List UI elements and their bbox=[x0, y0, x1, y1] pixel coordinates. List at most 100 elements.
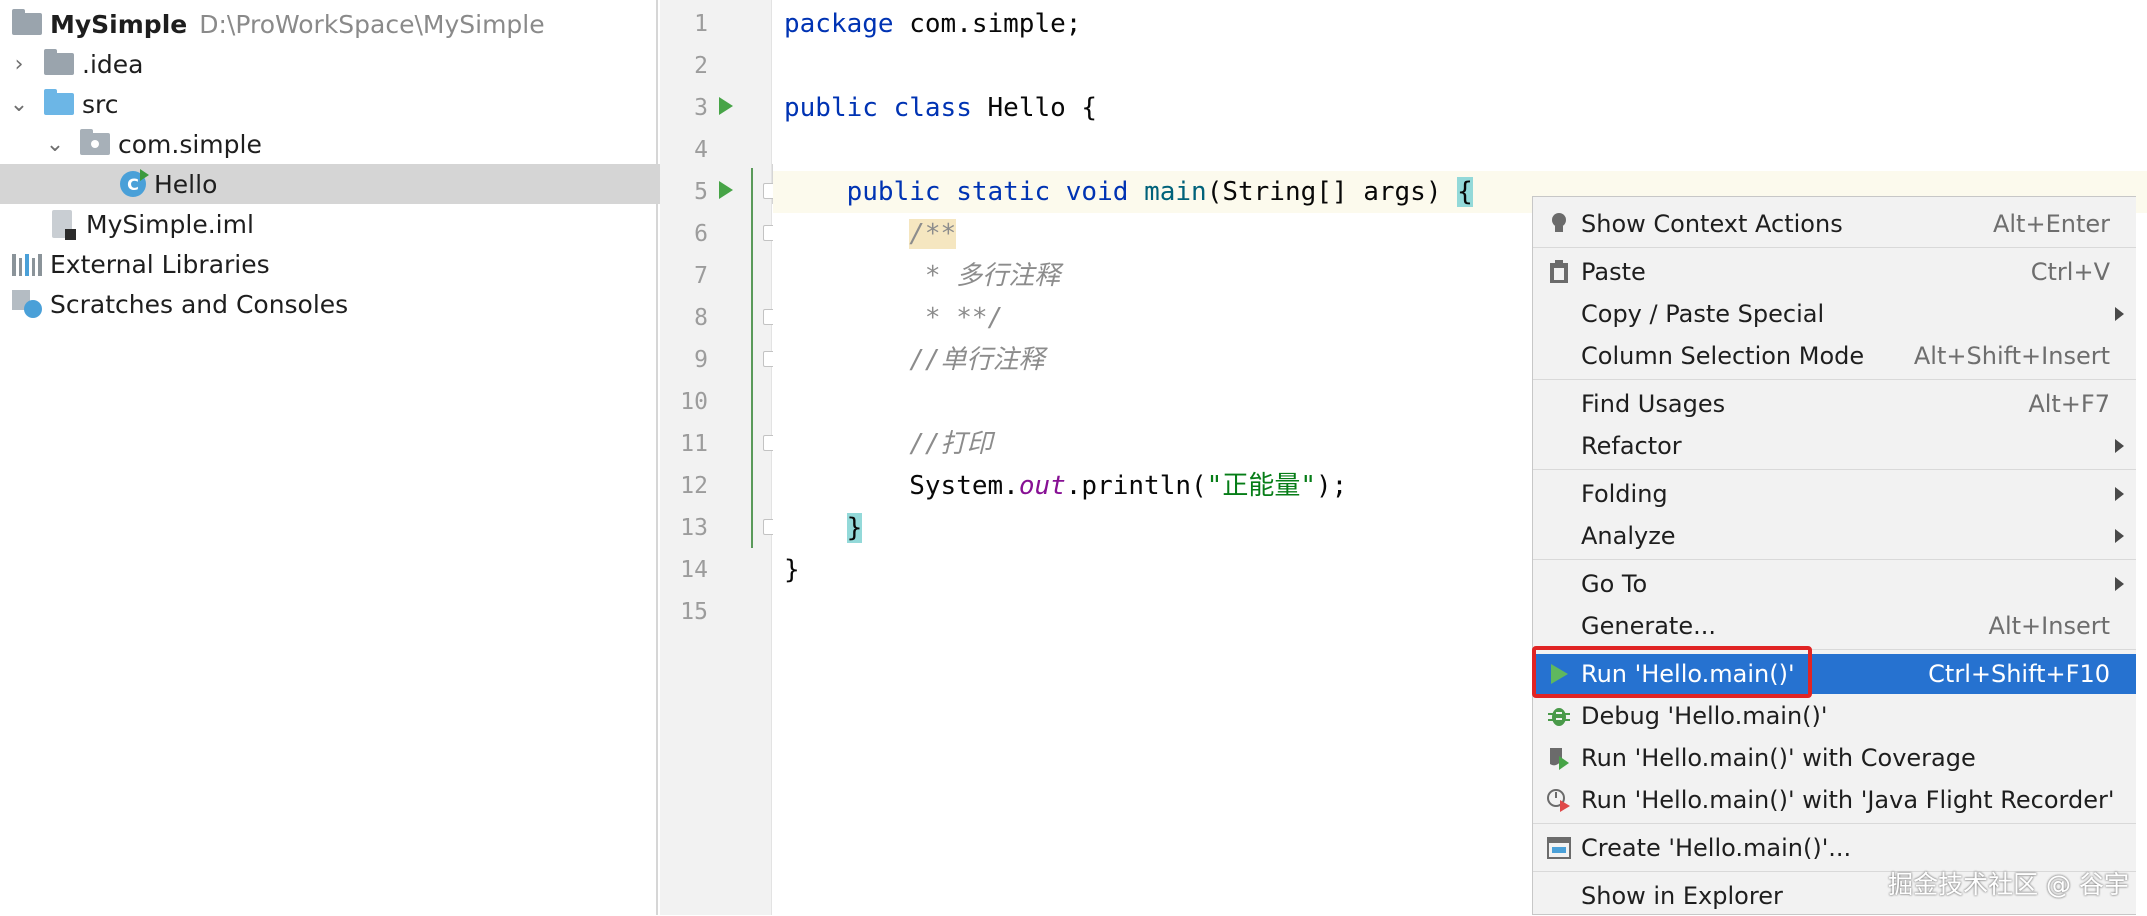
tree-item-package[interactable]: ⌄ com.simple bbox=[0, 124, 700, 164]
coverage-icon bbox=[1547, 746, 1571, 770]
menu-item-debug-hello-main[interactable]: Debug 'Hello.main()' bbox=[1533, 696, 2136, 736]
menu-item-label: Show in Explorer bbox=[1581, 882, 1783, 910]
matched-brace: { bbox=[1457, 177, 1473, 207]
java-class-icon: C bbox=[120, 169, 149, 197]
menu-item-label: Refactor bbox=[1581, 432, 1682, 460]
tree-item-iml[interactable]: MySimple.iml bbox=[0, 204, 708, 244]
tree-item-scratches[interactable]: Scratches and Consoles bbox=[0, 284, 668, 324]
menu-item-run-with-coverage[interactable]: Run 'Hello.main()' with Coverage bbox=[1533, 738, 2136, 778]
doc-comment-open: /** bbox=[909, 219, 957, 249]
class-close-brace: } bbox=[784, 555, 800, 585]
tree-root-mysimple[interactable]: MySimple D:\ProWorkSpace\MySimple bbox=[0, 4, 656, 44]
line-number: 5 bbox=[694, 179, 708, 205]
line-number: 1 bbox=[694, 11, 708, 37]
debug-icon bbox=[1547, 704, 1571, 728]
submenu-arrow-icon bbox=[2115, 307, 2124, 321]
tree-item-label: src bbox=[82, 89, 119, 119]
tree-item-label: .idea bbox=[82, 49, 144, 79]
method-scope-line bbox=[751, 168, 753, 548]
profiler-icon bbox=[1547, 788, 1571, 812]
menu-item-shortcut: Ctrl+V bbox=[2030, 258, 2110, 286]
chevron-down-icon[interactable]: ⌄ bbox=[44, 132, 66, 157]
menu-item-label: Copy / Paste Special bbox=[1581, 300, 1825, 328]
class-declaration: Hello { bbox=[971, 93, 1098, 123]
menu-item-folding[interactable]: Folding bbox=[1533, 474, 2136, 514]
line-number: 4 bbox=[694, 137, 708, 163]
statement-end: ); bbox=[1315, 471, 1348, 501]
menu-item-show-context-actions[interactable]: Show Context Actions Alt+Enter bbox=[1533, 204, 2136, 244]
line-number: 10 bbox=[680, 389, 708, 415]
menu-separator bbox=[1533, 469, 2136, 470]
menu-item-find-usages[interactable]: Find Usages Alt+F7 bbox=[1533, 384, 2136, 424]
menu-item-label: Column Selection Mode bbox=[1581, 342, 1865, 370]
method-name: main bbox=[1144, 177, 1207, 207]
keyword-static: static bbox=[956, 177, 1051, 207]
menu-item-label: Debug 'Hello.main()' bbox=[1581, 702, 1828, 730]
code-line-1: package com.simple; bbox=[773, 3, 2147, 45]
code-line-3: public class Hello { bbox=[773, 87, 2147, 129]
menu-item-go-to[interactable]: Go To bbox=[1533, 564, 2136, 604]
line-number: 8 bbox=[694, 305, 708, 331]
tree-item-src[interactable]: ⌄ src bbox=[0, 84, 664, 124]
keyword-package: package bbox=[784, 9, 894, 39]
project-name: MySimple bbox=[50, 9, 188, 39]
menu-item-refactor[interactable]: Refactor bbox=[1533, 426, 2136, 466]
run-icon bbox=[1547, 662, 1571, 686]
menu-separator bbox=[1533, 247, 2136, 248]
menu-item-label: Folding bbox=[1581, 480, 1668, 508]
tree-item-label: External Libraries bbox=[50, 249, 270, 279]
line-number: 6 bbox=[694, 221, 708, 247]
run-main-gutter-icon[interactable] bbox=[719, 181, 733, 199]
submenu-arrow-icon bbox=[2115, 487, 2124, 501]
editor-gutter[interactable]: 1 2 3 4 5 6 7 8 9 10 11 12 13 14 15 bbox=[660, 0, 777, 915]
tree-item-label: MySimple.iml bbox=[86, 209, 254, 239]
lightbulb-icon bbox=[1547, 212, 1571, 236]
tree-item-idea[interactable]: › .idea bbox=[0, 44, 664, 84]
tree-item-label: com.simple bbox=[118, 129, 262, 159]
menu-item-label: Run 'Hello.main()' bbox=[1581, 660, 1795, 688]
menu-item-column-selection-mode[interactable]: Column Selection Mode Alt+Shift+Insert bbox=[1533, 336, 2136, 376]
clipboard-icon bbox=[1547, 260, 1571, 284]
keyword-public: public bbox=[846, 177, 941, 207]
line-number: 14 bbox=[680, 557, 708, 583]
scratches-icon bbox=[12, 290, 42, 318]
menu-item-label: Run 'Hello.main()' with 'Java Flight Rec… bbox=[1581, 786, 2115, 814]
menu-item-create-run-config[interactable]: Create 'Hello.main()'... bbox=[1533, 828, 2136, 868]
menu-item-run-hello-main[interactable]: Run 'Hello.main()' Ctrl+Shift+F10 bbox=[1533, 654, 2136, 694]
tree-item-label: Scratches and Consoles bbox=[50, 289, 349, 319]
keyword-public: public bbox=[784, 93, 878, 123]
submenu-arrow-icon bbox=[2115, 439, 2124, 453]
menu-item-label: Analyze bbox=[1581, 522, 1676, 550]
chevron-down-icon[interactable]: ⌄ bbox=[8, 92, 30, 117]
println-call: .println( bbox=[1065, 471, 1207, 501]
project-path: D:\ProWorkSpace\MySimple bbox=[199, 9, 545, 39]
chevron-right-icon[interactable]: › bbox=[8, 52, 30, 77]
menu-separator bbox=[1533, 649, 2136, 650]
menu-item-run-with-flight-recorder[interactable]: Run 'Hello.main()' with 'Java Flight Rec… bbox=[1533, 780, 2136, 820]
project-folder-icon bbox=[12, 9, 42, 35]
menu-item-copy-paste-special[interactable]: Copy / Paste Special bbox=[1533, 294, 2136, 334]
line-number: 9 bbox=[694, 347, 708, 373]
libraries-icon bbox=[12, 252, 42, 276]
menu-item-analyze[interactable]: Analyze bbox=[1533, 516, 2136, 556]
submenu-arrow-icon bbox=[2115, 529, 2124, 543]
line-number: 13 bbox=[680, 515, 708, 541]
method-params: (String[] args) bbox=[1206, 177, 1458, 207]
submenu-arrow-icon bbox=[2115, 577, 2124, 591]
keyword-void: void bbox=[1065, 177, 1129, 207]
menu-item-label: Show Context Actions bbox=[1581, 210, 1843, 238]
menu-item-generate[interactable]: Generate... Alt+Insert bbox=[1533, 606, 2136, 646]
context-menu: Show Context Actions Alt+Enter Paste Ctr… bbox=[1532, 196, 2136, 915]
tree-item-external-libraries[interactable]: External Libraries bbox=[0, 244, 668, 284]
menu-item-paste[interactable]: Paste Ctrl+V bbox=[1533, 252, 2136, 292]
menu-item-label: Run 'Hello.main()' with Coverage bbox=[1581, 744, 1976, 772]
matched-brace: } bbox=[846, 513, 863, 543]
doc-comment-text: * 多行注释 bbox=[909, 261, 1061, 291]
watermark-text: 掘金技术社区 @ 谷宇 bbox=[1888, 870, 2129, 899]
line-number: 12 bbox=[680, 473, 708, 499]
run-config-icon bbox=[1547, 836, 1571, 860]
project-tree-panel: MySimple D:\ProWorkSpace\MySimple › .ide… bbox=[0, 0, 776, 915]
run-class-gutter-icon[interactable] bbox=[719, 97, 733, 115]
menu-item-label: Create 'Hello.main()'... bbox=[1581, 834, 1852, 862]
menu-item-shortcut: Ctrl+Shift+F10 bbox=[1928, 660, 2110, 688]
